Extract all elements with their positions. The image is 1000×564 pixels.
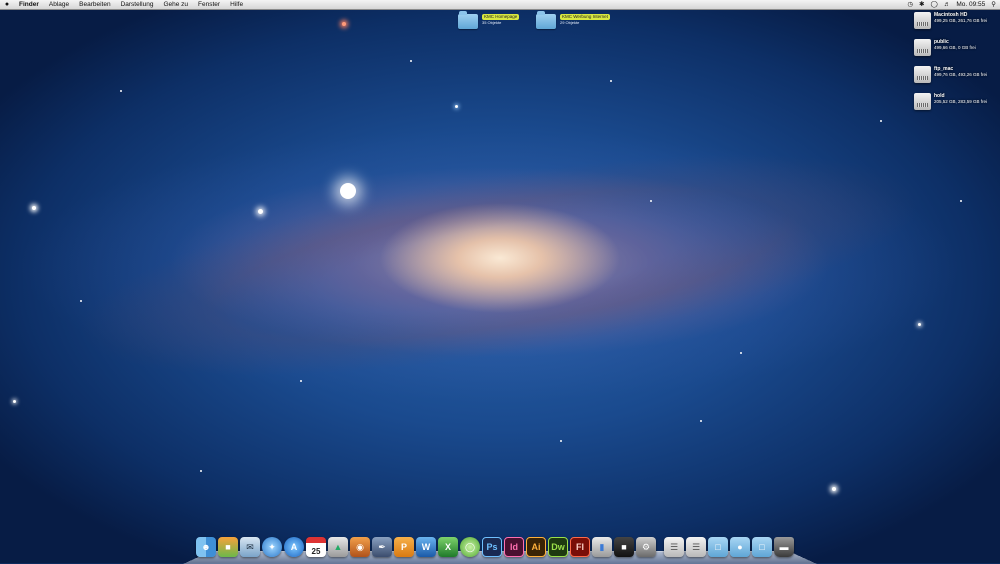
desktop-drives: Macintosh HD 499,25 GB, 261,76 GB frei p… [914,12,994,120]
dock-downloads-folder-icon[interactable]: ● [730,537,750,557]
wifi-icon[interactable]: ◯ [931,0,938,9]
drive-info: 499,25 GB, 261,76 GB frei [934,18,988,23]
folder-count: 35 Objekte [482,20,502,25]
network-drive-icon [914,39,931,56]
dock-flash-icon[interactable]: Fl [570,537,590,557]
drive-public[interactable]: public 499,66 GB, 0 GB frei [914,39,994,66]
drive-ftp-mac[interactable]: ftp_mac 499,76 GB, 493,26 GB frei [914,66,994,93]
star [560,440,562,442]
star [880,120,882,122]
star [740,352,742,354]
star [120,90,122,92]
star [455,105,458,108]
time-machine-icon[interactable]: ◷ [907,0,913,9]
flash-label: Fl [576,542,584,552]
dock-system-preferences-icon[interactable]: ⚙ [636,537,656,557]
dock-illustrator-icon[interactable]: Ai [526,537,546,557]
folder-icon [458,11,478,29]
desktop-wallpaper [0,0,1000,563]
dock-indesign-icon[interactable]: Id [504,537,524,557]
dock-photo-booth-icon[interactable]: ◉ [350,537,370,557]
folder-icon [536,11,556,29]
photoshop-label: Ps [486,542,498,552]
dock-safari-icon[interactable]: ✦ [262,537,282,557]
dock-quill-app-icon[interactable]: ✒ [372,537,392,557]
indesign-label: Id [510,542,518,552]
dock-photoshop-icon[interactable]: Ps [482,537,502,557]
dock-dreamweaver-icon[interactable]: Dw [548,537,568,557]
network-drive-icon [914,93,931,110]
dock-mail-icon[interactable]: ✉ [240,537,260,557]
star [300,380,302,382]
menu-finder[interactable]: Finder [14,0,44,9]
dreamweaver-label: Dw [551,542,565,552]
dock-green-circle-app-icon[interactable]: ◯ [460,537,480,557]
dock-preview-icon[interactable]: ▲ [328,537,348,557]
star [700,420,702,422]
galaxy-arm [61,108,939,422]
drive-hold[interactable]: hold 205,52 GB, 283,59 GB frei [914,93,994,120]
dock-word-icon[interactable]: W [416,537,436,557]
bluetooth-icon[interactable]: ✱ [919,0,924,9]
clock[interactable]: Mo. 09:55 [956,0,985,9]
dock-trash-icon[interactable]: ▬ [774,537,794,557]
star [410,60,412,62]
volume-icon[interactable]: ♬ [944,0,951,9]
menu-ablage[interactable]: Ablage [44,0,74,9]
spotlight-icon[interactable]: ⚲ [991,0,996,9]
menu-bar: ● Finder Ablage Bearbeiten Darstellung G… [0,0,1000,10]
star [342,22,346,26]
menu-darstellung[interactable]: Darstellung [116,0,159,9]
hard-drive-icon [914,12,931,29]
star [832,487,836,491]
dock-network-volume-icon[interactable]: ☰ [686,537,706,557]
apple-menu-icon[interactable]: ● [0,0,14,9]
star [13,400,16,403]
dock-system-monitor-icon[interactable]: ▮ [592,537,612,557]
dock-dashboard-icon[interactable]: ■ [218,537,238,557]
dock-folder-icon[interactable]: □ [752,537,772,557]
menu-fenster[interactable]: Fenster [193,0,225,9]
dock-calendar-icon[interactable]: 25 [306,537,326,557]
dock-excel-icon[interactable]: X [438,537,458,557]
star [258,209,263,214]
desktop-folder-werbung[interactable]: KMC Werbung Internet 29 Objekte [536,11,610,29]
menu-status-area: ◷ ✱ ◯ ♬ Mo. 09:55 ⚲ [907,0,1000,9]
star [80,300,82,302]
dock-app-store-icon[interactable]: A [284,537,304,557]
drive-macintosh-hd[interactable]: Macintosh HD 499,25 GB, 261,76 GB frei [914,12,994,39]
star [340,183,356,199]
star [960,200,962,202]
menu-bearbeiten[interactable]: Bearbeiten [74,0,115,9]
dock-folder-icon[interactable]: □ [708,537,728,557]
dock-pages-icon[interactable]: P [394,537,414,557]
dock-finder-icon[interactable]: ☻ [196,537,216,557]
menu-gehe-zu[interactable]: Gehe zu [158,0,193,9]
star [200,470,202,472]
drive-info: 499,76 GB, 493,26 GB frei [934,72,988,77]
star [918,323,921,326]
folder-count: 29 Objekte [560,20,580,25]
drive-info: 499,66 GB, 0 GB frei [934,45,976,50]
star [32,206,36,210]
dock-network-volume-icon[interactable]: ☰ [664,537,684,557]
dock-printer-icon[interactable]: ■ [614,537,634,557]
star [610,80,612,82]
drive-info: 205,52 GB, 283,59 GB frei [934,99,988,104]
calendar-day: 25 [311,547,321,556]
network-drive-icon [914,66,931,83]
illustrator-label: Ai [531,542,541,552]
star [650,200,652,202]
menu-hilfe[interactable]: Hilfe [225,0,248,9]
dock: ☻ ■ ✉ ✦ A 25 ▲ ◉ ✒ P W X ◯ Ps Id Ai Dw F… [196,535,794,557]
desktop-folder-homepage[interactable]: KMC Homepage 35 Objekte [458,11,520,29]
